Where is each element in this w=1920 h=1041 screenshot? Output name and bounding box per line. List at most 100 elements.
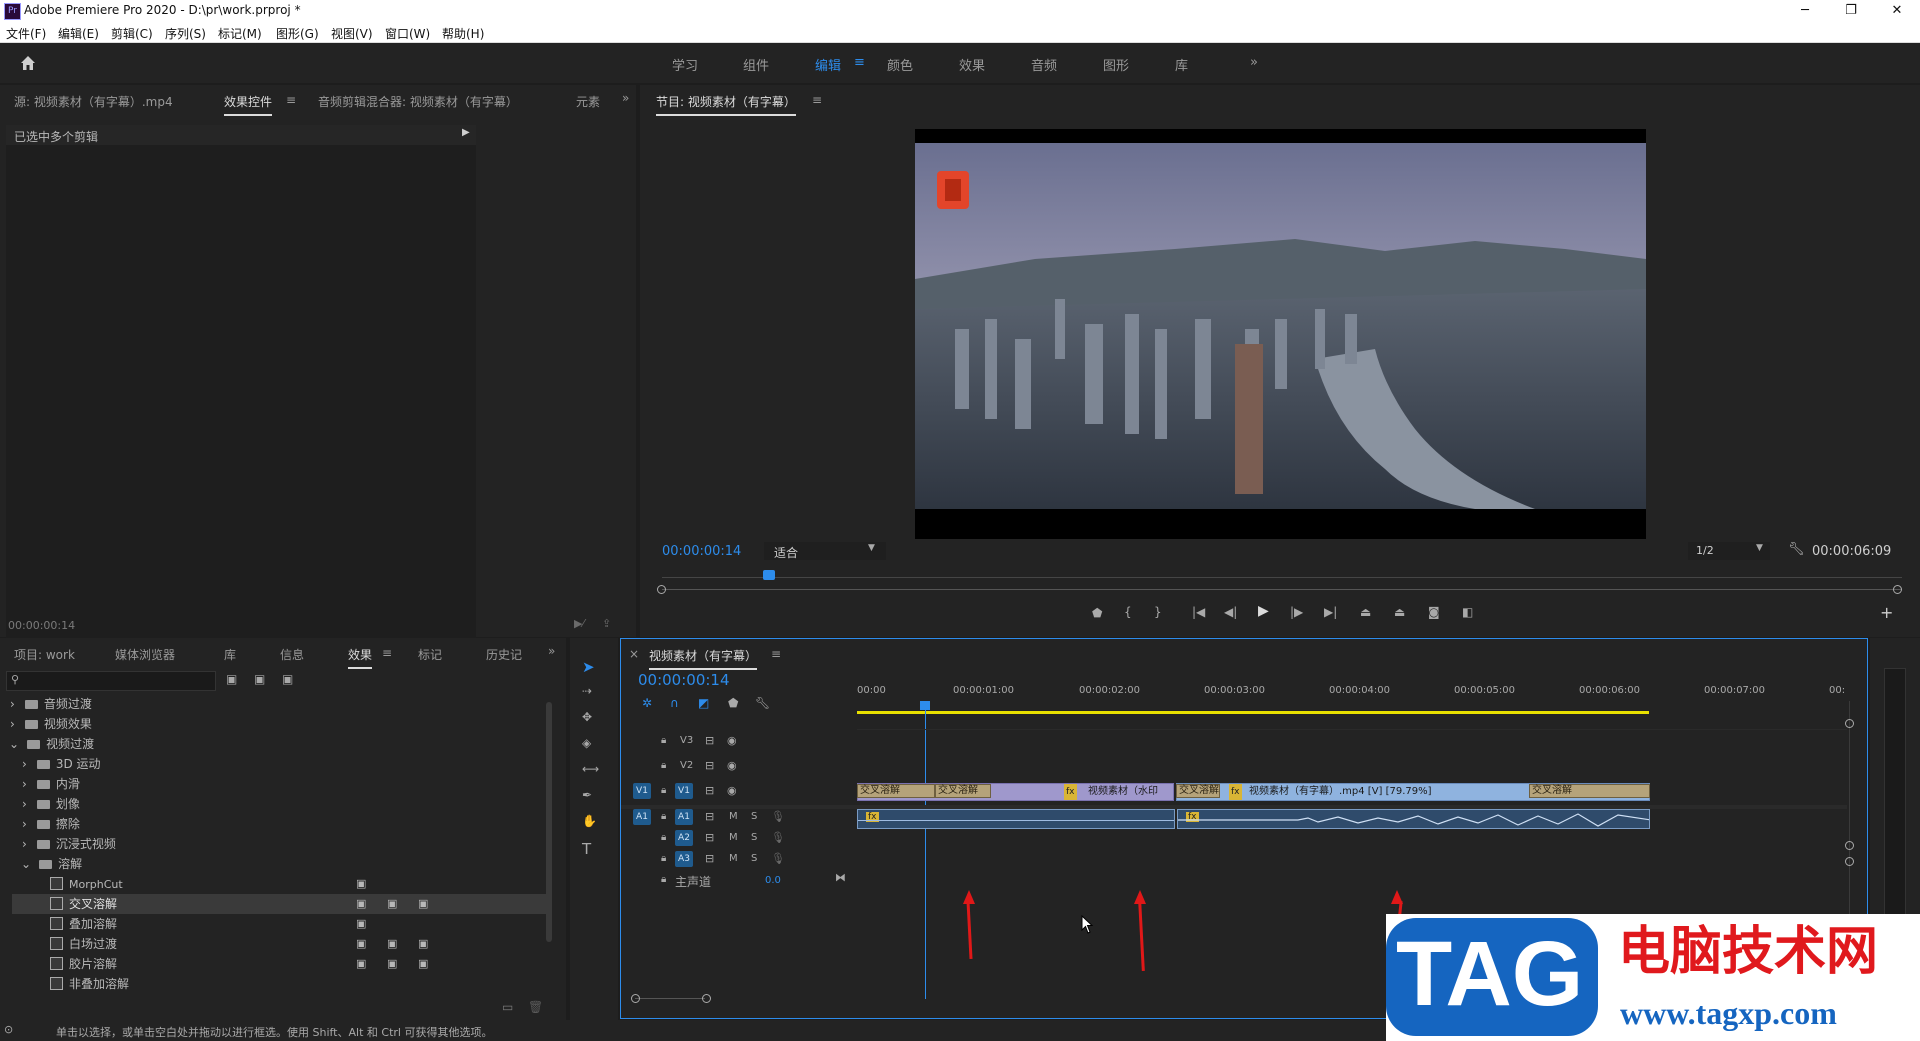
effects-search-box[interactable]: ⚲ [6, 671, 216, 691]
sequence-menu-icon[interactable]: ≡ [771, 647, 781, 661]
program-playhead[interactable] [763, 570, 775, 580]
track-label-a3[interactable]: A3 [675, 851, 693, 867]
horizontal-zoom-handle[interactable] [631, 994, 640, 1003]
lift-icon[interactable]: ⏏ [1360, 605, 1371, 619]
type-tool-icon[interactable]: T [582, 840, 591, 858]
horizontal-zoom-bar[interactable] [635, 998, 705, 999]
workspace-audio[interactable]: 音频 [1031, 55, 1057, 74]
fit-dropdown[interactable]: 适合 ▼ [764, 542, 886, 560]
mute-button[interactable]: M [729, 832, 738, 843]
sync-icon[interactable]: ⊟ [705, 734, 714, 747]
comparison-view-icon[interactable]: ◧ [1462, 605, 1473, 619]
accelerated-effects-icon[interactable]: ▣ [226, 672, 237, 686]
microphone-icon[interactable]: 🎙︎ [771, 810, 785, 823]
tree-item-3d-motion[interactable]: › 3D 运动 [18, 754, 546, 774]
close-button[interactable]: ✕ [1874, 0, 1920, 22]
microphone-icon[interactable]: 🎙︎ [771, 852, 785, 865]
razor-tool-icon[interactable]: ◈ [582, 736, 591, 750]
menu-file[interactable]: 文件(F) [6, 25, 46, 42]
filter-icon[interactable]: ▶⁄ [574, 617, 584, 630]
audio-clip-1[interactable]: fx [857, 809, 1175, 829]
export-icon[interactable]: ⇪ [602, 617, 611, 630]
extract-icon[interactable]: ⏏ [1394, 605, 1405, 619]
menu-edit[interactable]: 编辑(E) [58, 25, 99, 42]
tab-project[interactable]: 项目: work [14, 646, 75, 663]
effects-scrollbar[interactable] [546, 702, 552, 942]
audio-clip-2[interactable]: fx [1177, 809, 1650, 829]
workspace-more-icon[interactable]: » [1250, 55, 1258, 70]
new-bin-icon[interactable]: ▭ [502, 1000, 513, 1014]
effect-item-film-dissolve[interactable]: 胶片溶解 ▣ ▣ ▣ [50, 954, 546, 974]
sync-icon[interactable]: ⊟ [705, 810, 714, 823]
program-menu-icon[interactable]: ≡ [812, 93, 822, 107]
eye-icon[interactable]: ◉ [727, 784, 737, 797]
workspace-effects[interactable]: 效果 [959, 55, 985, 74]
menu-graphics[interactable]: 图形(G) [276, 25, 319, 42]
mark-in-icon[interactable]: { [1124, 605, 1132, 619]
tab-menu-icon[interactable]: ≡ [286, 93, 296, 107]
menu-help[interactable]: 帮助(H) [442, 25, 484, 42]
home-icon[interactable] [18, 53, 38, 73]
sync-icon[interactable]: ⊟ [705, 784, 714, 797]
source-patch-v1[interactable]: V1 [633, 783, 651, 799]
play-only-icon[interactable]: ▶ [462, 127, 470, 138]
tab-effects-menu-icon[interactable]: ≡ [382, 646, 392, 660]
step-forward-icon[interactable]: |▶ [1290, 605, 1303, 619]
tree-item-audio-transitions[interactable]: › 音频过渡 [6, 694, 546, 714]
workspace-assembly[interactable]: 组件 [743, 55, 769, 74]
tab-elements[interactable]: 元素 [576, 93, 600, 110]
tab-effect-controls[interactable]: 效果控件 [224, 93, 273, 116]
workspace-menu-icon[interactable]: ≡ [854, 55, 865, 70]
tree-item-video-effects[interactable]: › 视频效果 [6, 714, 546, 734]
effects-search-input[interactable] [27, 673, 211, 689]
hand-tool-icon[interactable]: ✋ [582, 814, 597, 828]
effect-item-additive-dissolve[interactable]: 叠加溶解 ▣ [50, 914, 546, 934]
tree-item-immersive-video[interactable]: › 沉浸式视频 [18, 834, 546, 854]
effect-item-cross-dissolve[interactable]: 交叉溶解 ▣ ▣ ▣ [12, 894, 552, 914]
lock-icon[interactable]: 🔒︎ [661, 785, 666, 796]
play-icon[interactable]: ▶ [1258, 603, 1269, 619]
ripple-edit-tool-icon[interactable]: ✥ [582, 710, 592, 724]
tree-item-dissolve[interactable]: ⌄ 溶解 [18, 854, 546, 874]
step-back-icon[interactable]: ◀| [1224, 605, 1237, 619]
transition-cross-dissolve[interactable]: 交叉溶解 [935, 784, 991, 798]
effect-item-dip-to-white[interactable]: 白场过渡 ▣ ▣ ▣ [50, 934, 546, 954]
timeline-playhead-line[interactable] [925, 709, 926, 999]
yuv-effects-icon[interactable]: ▣ [282, 672, 293, 686]
snap-icon[interactable]: ∩ [670, 696, 679, 710]
add-marker-icon[interactable]: ⬟ [1092, 606, 1102, 620]
master-volume[interactable]: 0.0 [765, 875, 781, 886]
mute-button[interactable]: M [729, 811, 738, 822]
wrench-icon[interactable]: 🔧︎ [1788, 542, 1805, 557]
menu-view[interactable]: 视图(V) [331, 25, 373, 42]
tab-audio-clip-mixer[interactable]: 音频剪辑混合器: 视频素材（有字幕） [318, 93, 518, 110]
workspace-graphics[interactable]: 图形 [1103, 55, 1129, 74]
menu-marker[interactable]: 标记(M) [218, 25, 262, 42]
restore-button[interactable]: ❐ [1828, 0, 1874, 22]
lock-icon[interactable]: 🔒︎ [661, 760, 666, 771]
program-scrubber-ruler[interactable] [662, 577, 1902, 578]
menu-sequence[interactable]: 序列(S) [165, 25, 206, 42]
lock-icon[interactable]: 🔒︎ [661, 832, 666, 843]
menu-clip[interactable]: 剪辑(C) [111, 25, 153, 42]
source-patch-a1[interactable]: A1 [633, 809, 651, 825]
timeline-timecode[interactable]: 00:00:00:14 [638, 671, 730, 689]
menu-window[interactable]: 窗口(W) [385, 25, 430, 42]
tab-source[interactable]: 源: 视频素材（有字幕）.mp4 [14, 93, 173, 110]
pen-tool-icon[interactable]: ✒ [582, 788, 592, 802]
time-ruler[interactable]: 00:00 00:00:01:00 00:00:02:00 00:00:03:0… [857, 681, 1847, 715]
tree-item-wipe[interactable]: › 擦除 [18, 814, 546, 834]
work-area-bar[interactable] [857, 711, 1649, 714]
lock-icon[interactable]: 🔒︎ [661, 735, 666, 746]
tree-item-slide[interactable]: › 内滑 [18, 774, 546, 794]
lock-icon[interactable]: 🔒︎ [661, 853, 666, 864]
track-select-tool-icon[interactable]: ⇢ [582, 684, 592, 698]
sync-icon[interactable]: ⊟ [705, 759, 714, 772]
solo-button[interactable]: S [751, 832, 757, 843]
transition-cross-dissolve[interactable]: 交叉溶解 [857, 784, 935, 798]
panel-overflow-icon[interactable]: » [548, 644, 555, 658]
delete-icon[interactable]: 🗑︎ [528, 1000, 543, 1014]
vertical-zoom-handle[interactable] [1845, 841, 1854, 850]
minimize-button[interactable]: ─ [1782, 0, 1828, 22]
mark-out-icon[interactable]: } [1154, 605, 1162, 619]
